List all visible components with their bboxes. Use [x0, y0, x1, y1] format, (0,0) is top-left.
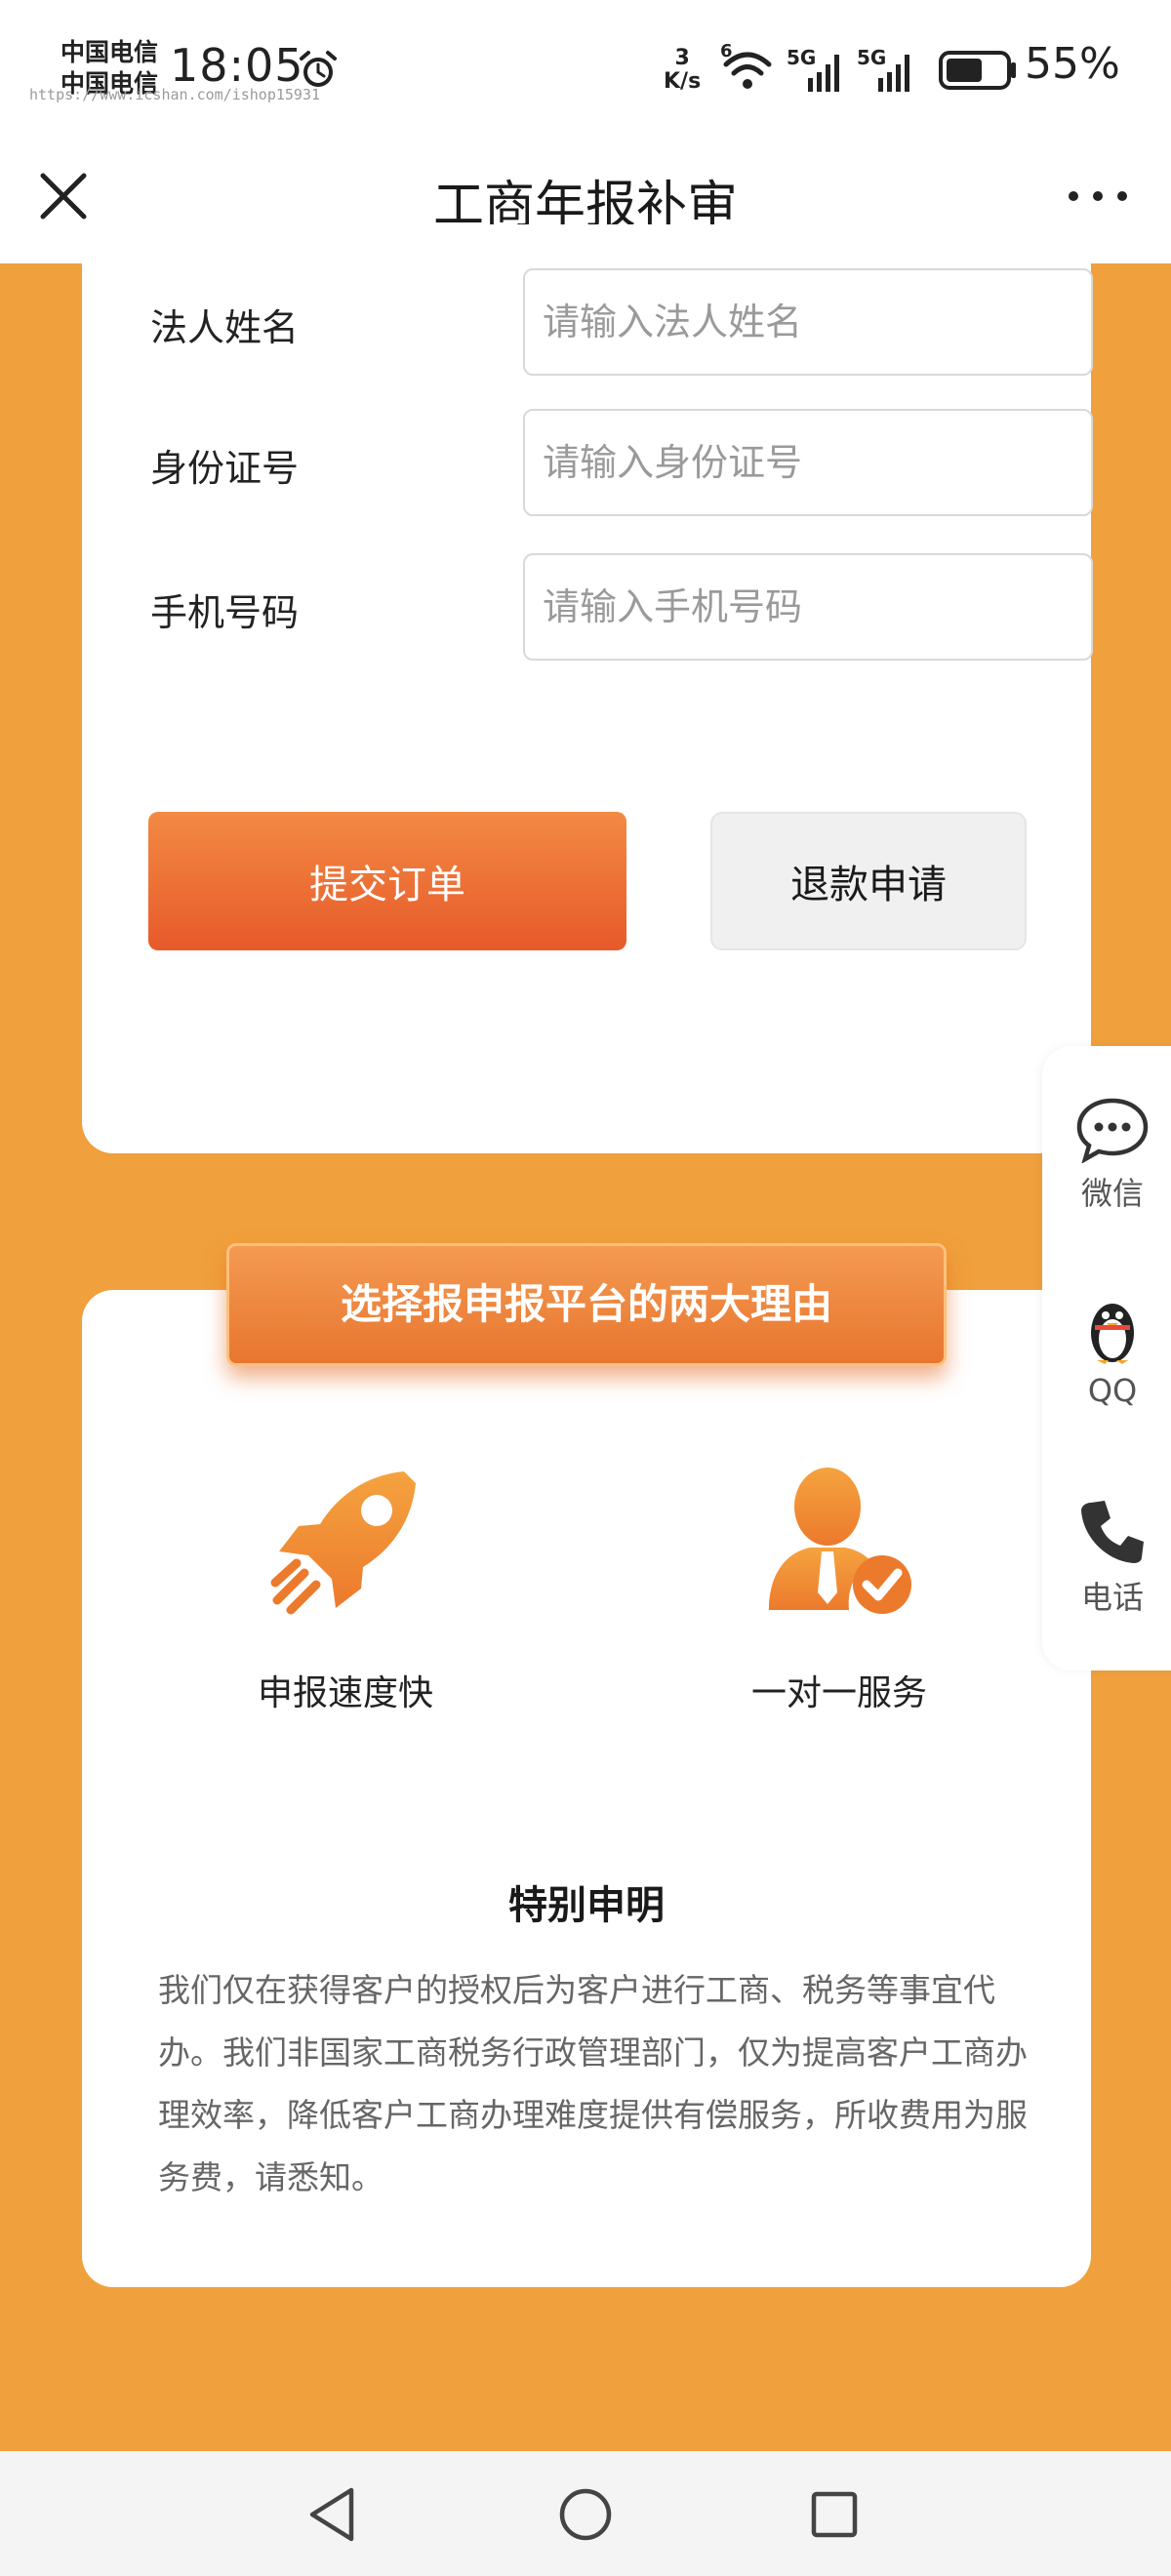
side-item-wechat-label: 微信	[1080, 1175, 1144, 1212]
side-item-qq[interactable]: QQ	[1042, 1296, 1171, 1409]
wifi-icon: 6	[720, 43, 772, 89]
watermark-text: https://www.icshan.com/ishop15931	[29, 86, 321, 103]
id-number-label: 身份证号	[150, 447, 300, 490]
notice-title: 特别申明	[508, 1883, 665, 1928]
net-speed-value: 3	[674, 46, 690, 70]
legal-name-input[interactable]	[523, 268, 1093, 376]
status-bar: 中国电信 中国电信 18:05 https://www.icshan.com/i…	[0, 0, 1171, 137]
system-nav-bar	[0, 2451, 1171, 2576]
feature-one-on-one: 一对一服务	[693, 1464, 986, 1715]
side-item-phone[interactable]: 电话	[1042, 1497, 1171, 1618]
form-card: 法人姓名 身份证号 手机号码 提交订单 退款申请	[82, 224, 1093, 1153]
status-time: 18:05	[170, 39, 304, 92]
side-item-phone-label: 电话	[1080, 1579, 1144, 1616]
net-speed-unit: K/s	[664, 69, 702, 94]
signal-5g-2-icon: 5G	[857, 46, 909, 92]
submit-order-button[interactable]: 提交订单	[148, 812, 626, 950]
service-person-icon	[769, 1468, 911, 1614]
id-number-input[interactable]	[523, 409, 1093, 516]
feature-fast-filing: 申报速度快	[199, 1464, 492, 1715]
phone-input[interactable]	[523, 553, 1093, 661]
reasons-card: 申报速度快 一对一服务 特别申明 我们仅在获得客户的授权后为客户进行工商、税务等…	[82, 1290, 1091, 2287]
phone-icon	[1081, 1501, 1144, 1563]
recents-square-icon[interactable]	[800, 2480, 868, 2549]
more-options-icon[interactable]	[1064, 166, 1132, 226]
side-item-qq-label: QQ	[1087, 1372, 1138, 1409]
feature-one-on-one-label: 一对一服务	[750, 1673, 927, 1713]
phone-label: 手机号码	[150, 591, 300, 634]
side-item-wechat[interactable]: 微信	[1042, 1097, 1171, 1214]
svg-text:5G: 5G	[857, 46, 886, 69]
form-row-legal-name: 法人姓名	[150, 268, 1093, 376]
reasons-banner: 选择报申报平台的两大理由	[226, 1243, 947, 1366]
form-row-phone: 手机号码	[150, 553, 1093, 661]
legal-name-label: 法人姓名	[150, 306, 300, 349]
feature-fast-filing-label: 申报速度快	[257, 1673, 433, 1713]
home-circle-icon[interactable]	[551, 2480, 620, 2549]
svg-text:6: 6	[720, 43, 733, 61]
refund-request-button[interactable]: 退款申请	[710, 812, 1027, 950]
battery-percent: 55%	[1025, 39, 1120, 89]
signal-5g-1-icon: 5G	[787, 46, 839, 92]
chat-bubble-icon	[1076, 1098, 1149, 1163]
svg-text:5G: 5G	[787, 46, 816, 69]
back-triangle-icon[interactable]	[299, 2480, 367, 2549]
carrier-1: 中国电信	[61, 38, 159, 66]
battery-icon	[939, 51, 1016, 90]
contact-side-panel: 微信 QQ 电话	[1042, 1046, 1171, 1670]
notice-body: 我们仅在获得客户的授权后为客户进行工商、税务等事宜代办。我们非国家工商税务行政管…	[158, 1971, 1028, 2196]
rocket-icon	[270, 1471, 416, 1615]
net-speed: 3 K/s	[664, 47, 701, 94]
penguin-icon	[1091, 1304, 1134, 1364]
form-row-id-number: 身份证号	[150, 409, 1093, 516]
